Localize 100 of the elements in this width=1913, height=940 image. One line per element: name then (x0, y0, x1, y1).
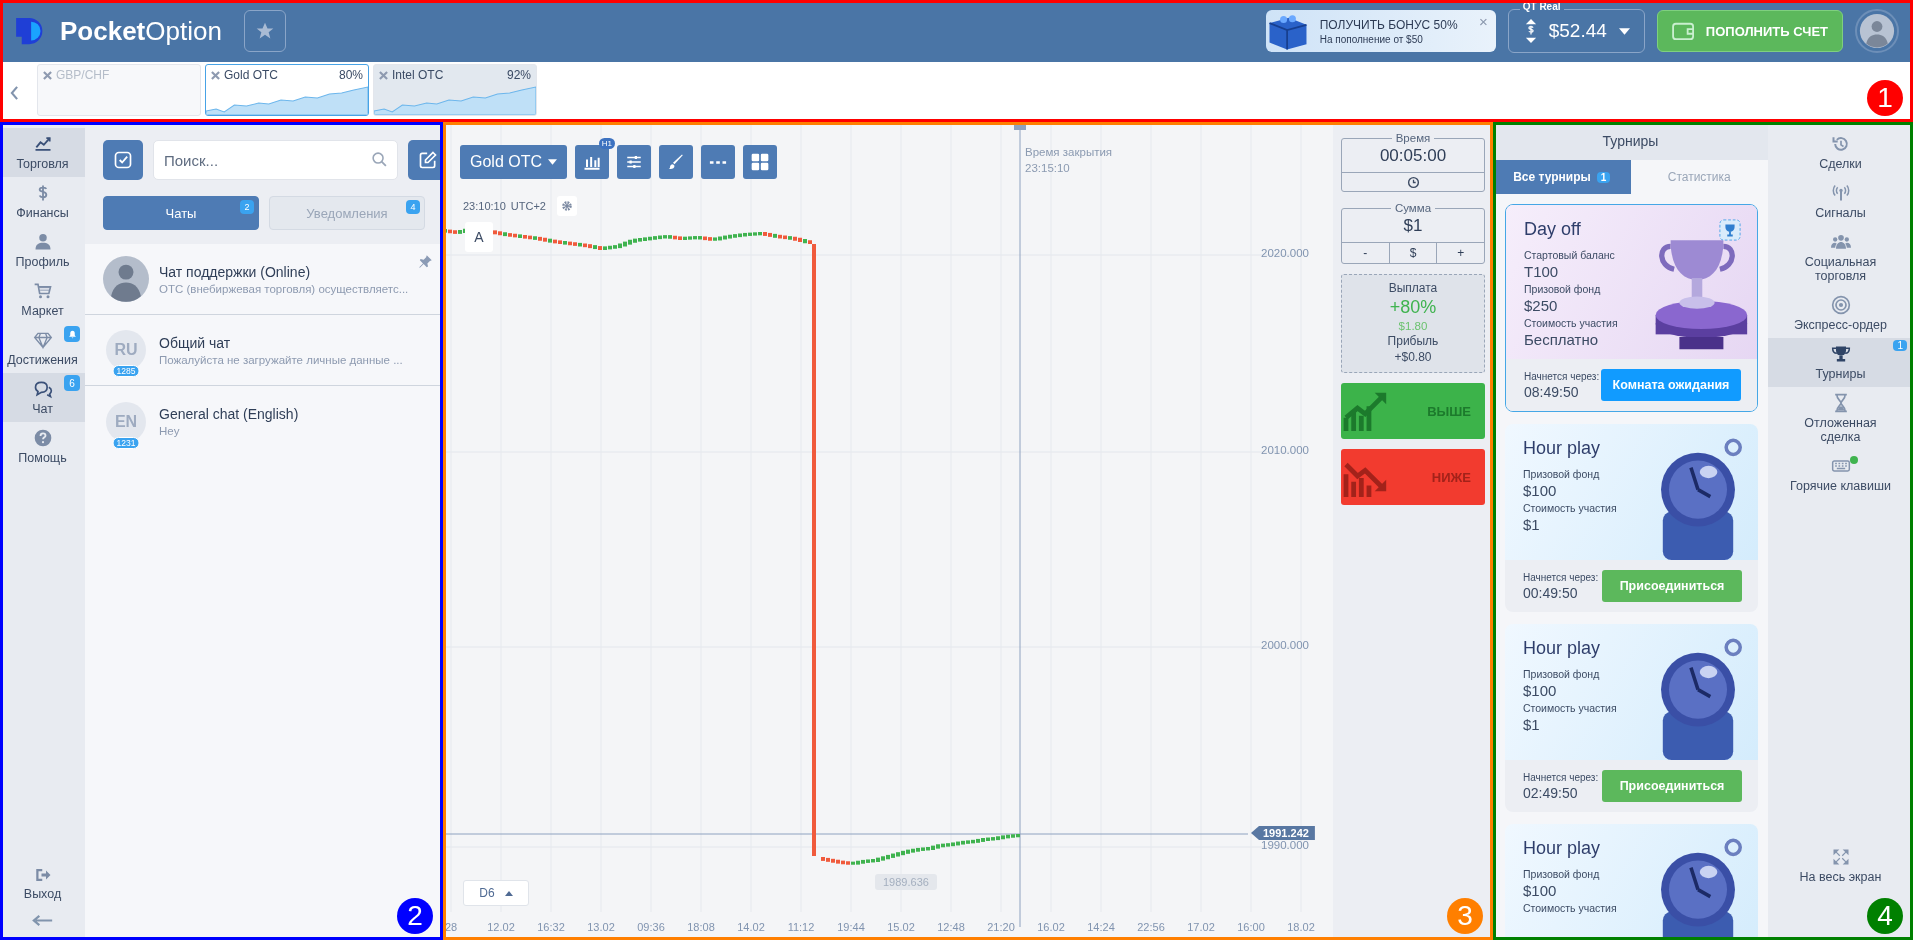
profit-label: Прибыль (1387, 334, 1439, 348)
time-axis-label: 17.02 (1186, 921, 1216, 933)
starts-label: Начнется через: (1524, 370, 1600, 382)
amount-label: Сумма (1393, 202, 1433, 214)
nav-item[interactable]: Сделки (1768, 128, 1913, 177)
nav-item[interactable]: Сигналы (1768, 177, 1913, 226)
starts-label: Начнется через: (1523, 771, 1599, 783)
time-axis-label: 16:00 (1236, 921, 1266, 933)
time-axis-label: 22:56 (1136, 921, 1166, 933)
field-label: Стоимость участия (1524, 317, 1619, 329)
asset-tab[interactable]: Gold OTC 80% (205, 64, 369, 116)
asset-tab[interactable]: Intel OTC 92% (373, 64, 537, 116)
time-axis-label: 09:36 (636, 921, 666, 933)
asset-payout: 92% (506, 68, 531, 82)
server-time: 23:10:10 (463, 200, 506, 212)
asset-selector[interactable]: Gold OTC (460, 145, 567, 179)
time-axis-label: 12.02 (486, 921, 516, 933)
time-axis-label: 13.02 (586, 921, 616, 933)
asset-name: GBP/CHF (56, 68, 110, 82)
chat-name: Общий чат (159, 334, 232, 351)
nav-item[interactable]: Экспресс-ордер (1768, 289, 1913, 338)
amount-button[interactable]: $ (1389, 243, 1438, 263)
field-label: Стоимость участия (1523, 502, 1618, 514)
payout-percent: +80% (1389, 297, 1437, 318)
time-axis-label: 16:32 (536, 921, 566, 933)
field-value: $100 (1523, 682, 1558, 699)
nav-item[interactable]: Чат 6 (0, 373, 85, 422)
chat-preview: Hey (159, 425, 181, 437)
payout-amount: $1.80 (1398, 320, 1428, 332)
nav-item[interactable]: Турниры 1 (1768, 338, 1913, 387)
field-value: Бесплатно (1524, 331, 1600, 348)
close-time-label: Время закрытия (1025, 146, 1113, 158)
time-axis-label: 18.02 (1286, 921, 1316, 933)
fullscreen-button[interactable]: На весь экран (1768, 841, 1913, 890)
time-axis-label: 14:24 (1086, 921, 1116, 933)
nav-item[interactable]: Профиль (0, 226, 85, 275)
chat-item[interactable]: RU 1285 Общий чат Пожалуйста не загружайте личные данные ... (85, 315, 443, 386)
time-axis-label: 12:48 (936, 921, 966, 933)
time-axis-label: 14.02 (736, 921, 766, 933)
bonus-subtitle: На пополнение от $50 (1319, 33, 1424, 45)
search-field[interactable]: Поиск... (153, 140, 398, 180)
account-balance: $52.44 (1548, 20, 1607, 42)
profit-value: +$0.80 (1394, 350, 1432, 364)
close-time: 23:15:10 (1025, 162, 1070, 174)
count-badge: 4 (406, 200, 420, 214)
field-value: $100 (1523, 882, 1558, 899)
tournament-tab[interactable]: Все турниры 1 (1493, 160, 1631, 194)
field-label: Стоимость участия (1523, 902, 1618, 914)
bonus-title: ПОЛУЧИТЬ БОНУС 50% (1319, 17, 1459, 32)
amount-value[interactable]: $1 (1342, 214, 1484, 242)
time-axis-label: 11:12 (786, 921, 816, 933)
time-axis-label: 15.02 (886, 921, 916, 933)
field-value: $100 (1523, 482, 1558, 499)
countdown: 08:49:50 (1524, 383, 1580, 400)
nav-item[interactable]: Торговля (0, 128, 85, 177)
starts-label: Начнется через: (1523, 571, 1599, 583)
nav-item[interactable]: Достижения (0, 324, 85, 373)
price-axis-label: 2020.000 (1261, 247, 1309, 259)
logout-button[interactable]: Выход (0, 860, 85, 907)
price-axis-label: 2000.000 (1261, 639, 1309, 651)
timeframe-badge: H1 (598, 138, 615, 149)
asset-name: Intel OTC (392, 68, 444, 82)
autoscale-button[interactable]: A (465, 222, 493, 252)
nav-item[interactable]: Горячие клавиши (1768, 450, 1913, 499)
field-label: Призовой фонд (1523, 468, 1601, 480)
field-value: $250 (1524, 297, 1559, 314)
field-label: Призовой фонд (1524, 283, 1602, 295)
current-price-tag: 1991.242 (1251, 826, 1315, 840)
count-badge: 2 (240, 200, 254, 214)
chat-preview: Пожалуйста не загружайте личные данные ... (159, 353, 403, 366)
chat-item[interactable]: EN 1231 General chat (English) Hey (85, 386, 443, 457)
asset-name: Gold OTC (224, 68, 278, 82)
time-value[interactable]: 00:05:00 (1342, 144, 1484, 172)
price-axis-label: 1990.000 (1261, 839, 1309, 851)
amount-button[interactable]: + (1437, 243, 1484, 263)
amount-button[interactable]: - (1342, 243, 1390, 263)
count-badge: 6 (64, 375, 80, 391)
countdown: 00:49:50 (1523, 584, 1579, 601)
tournament-title: Hour play (1523, 838, 1602, 859)
period-selector[interactable]: D6 (463, 880, 529, 906)
asset-payout: 80% (338, 68, 363, 82)
chat-name: General chat (English) (159, 406, 299, 422)
chat-item[interactable]: Чат поддержки (Online) ОТС (внебиржевая торговля) осуществляетс... (85, 244, 443, 315)
chat-name: Чат поддержки (Online) (159, 263, 312, 280)
payout-label: Выплата (1388, 281, 1438, 295)
timezone-label: UTC+2 (510, 200, 546, 212)
nav-item[interactable]: Социальная торговля (1768, 226, 1913, 289)
time-axis-label: 19:44 (836, 921, 866, 933)
nav-item[interactable]: Отложенная сделка (1768, 387, 1913, 450)
logo-text[interactable]: PocketOption (60, 15, 222, 47)
nav-item[interactable]: Маркет (0, 275, 85, 324)
nav-item[interactable]: Помощь (0, 422, 85, 471)
nav-item[interactable]: Финансы (0, 177, 85, 226)
tournament-title: Day off (1524, 219, 1582, 240)
field-value: $1 (1523, 716, 1541, 733)
time-axis-label: 18:08 (686, 921, 716, 933)
time-axis-label: 16.02 (1036, 921, 1066, 933)
chat-tab[interactable]: Чаты 2 (103, 196, 259, 230)
field-label: Стартовый баланс (1524, 249, 1616, 261)
bonus-banner[interactable]: ПОЛУЧИТЬ БОНУС 50% На пополнение от $50 × (1265, 10, 1496, 52)
